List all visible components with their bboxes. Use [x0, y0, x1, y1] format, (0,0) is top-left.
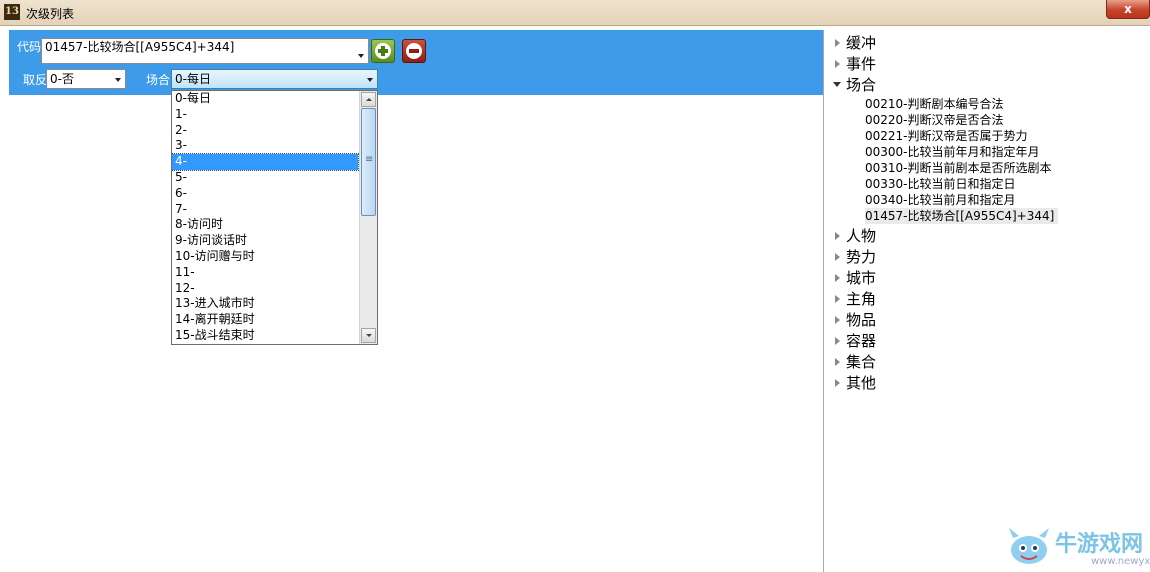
mascot-logo-icon — [1009, 528, 1049, 564]
collapsed-triangle-icon[interactable] — [835, 39, 840, 47]
tree-leaf-item[interactable]: 00210-判断剧本编号合法 — [865, 96, 1004, 112]
negate-combobox[interactable]: 0-否 — [46, 69, 126, 89]
code-combobox-value: 01457-比较场合[[A955C4]+344] — [45, 40, 235, 54]
title-bar: 13 次级列表 x — [0, 0, 1150, 26]
dropdown-option[interactable]: 1- — [172, 107, 358, 123]
plus-icon — [375, 43, 391, 59]
dropdown-option[interactable]: 6- — [172, 186, 358, 202]
window-title: 次级列表 — [26, 7, 75, 21]
dropdown-items: 0-每日 1- 2- 3- 4- 5- 6- 7- 8-访问时 9-访问谈话时 10-访问赠与时 11… — [172, 91, 377, 344]
tree-node-label: 主角 — [846, 290, 877, 308]
dropdown-option[interactable]: 8-访问时 — [172, 217, 358, 233]
tree-leaf-item[interactable]: 00221-判断汉帝是否属于势力 — [865, 128, 1028, 144]
add-button[interactable] — [371, 39, 395, 63]
watermark-text: 牛游戏网 — [1055, 532, 1144, 557]
watermark-url: www.newyx.net — [1091, 556, 1150, 567]
dropdown-option[interactable]: 10-访问赠与时 — [172, 249, 358, 265]
collapsed-triangle-icon[interactable] — [835, 274, 840, 282]
occasion-combobox[interactable]: 0-每日 — [171, 69, 378, 89]
tree-node-label: 势力 — [846, 248, 877, 266]
tree-leaf-item[interactable]: 00310-判断当前剧本是否所选剧本 — [865, 160, 1052, 176]
watermark: 牛游戏网 www.newyx.net — [1005, 524, 1150, 571]
scroll-thumb[interactable] — [361, 108, 376, 216]
scroll-up-button[interactable] — [361, 92, 376, 107]
tree-leaf-item[interactable]: 01457-比较场合[[A955C4]+344] — [865, 208, 1059, 224]
tree-leaf-item[interactable]: 00340-比较当前月和指定月 — [865, 192, 1016, 208]
dropdown-scrollbar[interactable] — [359, 91, 377, 344]
collapsed-triangle-icon[interactable] — [835, 337, 840, 345]
remove-button[interactable] — [402, 39, 426, 63]
dropdown-option[interactable]: 11- — [172, 265, 358, 281]
category-tree: 缓冲事件场合 00210-判断剧本编号合法 00220-判断汉帝是否合法 00221-… — [825, 30, 1150, 572]
chevron-down-icon[interactable] — [358, 54, 364, 58]
collapsed-triangle-icon[interactable] — [835, 232, 840, 240]
collapsed-triangle-icon[interactable] — [835, 316, 840, 324]
occasion-combobox-value: 0-每日 — [175, 72, 211, 86]
collapsed-triangle-icon[interactable] — [835, 253, 840, 261]
occasion-dropdown-list[interactable]: 0-每日 1- 2- 3- 4- 5- 6- 7- 8-访问时 9-访问谈话时 10-访问赠与时 11… — [171, 90, 378, 345]
minus-icon — [406, 43, 422, 59]
dropdown-option[interactable]: 9-访问谈话时 — [172, 233, 358, 249]
dropdown-option[interactable]: 2- — [172, 123, 358, 139]
negate-combobox-value: 0-否 — [50, 72, 74, 86]
tree-node-label: 城市 — [846, 269, 877, 287]
left-pane: 代码 01457-比较场合[[A955C4]+344] 取反 0-否 场合 0-… — [9, 30, 824, 572]
dropdown-option[interactable]: 15-战斗结束时 — [172, 328, 358, 344]
app-icon: 13 — [4, 4, 20, 20]
dropdown-option[interactable]: 3- — [172, 138, 358, 154]
code-label: 代码 — [17, 40, 42, 54]
occasion-label: 场合 — [146, 73, 171, 87]
tree-leaf-item[interactable]: 00330-比较当前日和指定日 — [865, 176, 1016, 192]
tree-node-label: 缓冲 — [846, 34, 877, 52]
tree-node-label: 人物 — [846, 227, 877, 245]
filter-toolbar: 代码 01457-比较场合[[A955C4]+344] 取反 0-否 场合 0-… — [9, 30, 823, 95]
negate-label: 取反 — [23, 73, 48, 87]
dropdown-option[interactable]: 5- — [172, 170, 358, 186]
code-combobox[interactable]: 01457-比较场合[[A955C4]+344] — [41, 38, 369, 64]
tree-node-label: 物品 — [846, 311, 877, 329]
scroll-down-button[interactable] — [361, 328, 376, 343]
chevron-down-icon[interactable] — [115, 78, 121, 82]
collapsed-triangle-icon[interactable] — [835, 60, 840, 68]
expanded-triangle-icon[interactable] — [833, 82, 841, 87]
dropdown-option[interactable]: 13-进入城市时 — [172, 296, 358, 312]
dropdown-option[interactable]: 4- — [172, 153, 359, 171]
dropdown-option[interactable]: 0-每日 — [172, 91, 358, 107]
dropdown-option[interactable]: 14-离开朝廷时 — [172, 312, 358, 328]
chevron-down-icon[interactable] — [367, 78, 373, 82]
tree-node-label: 场合 — [846, 76, 877, 94]
collapsed-triangle-icon[interactable] — [835, 295, 840, 303]
tree-leaf-item[interactable]: 00300-比较当前年月和指定年月 — [865, 144, 1040, 160]
tree-node-label: 其他 — [846, 374, 877, 392]
tree-node-label: 容器 — [846, 332, 877, 350]
tree-node-label: 事件 — [846, 55, 877, 73]
dropdown-option[interactable]: 12- — [172, 281, 358, 297]
tree-leaf-item[interactable]: 00220-判断汉帝是否合法 — [865, 112, 1004, 128]
dropdown-option[interactable]: 7- — [172, 202, 358, 218]
close-button[interactable]: x — [1106, 0, 1150, 19]
collapsed-triangle-icon[interactable] — [835, 358, 840, 366]
collapsed-triangle-icon[interactable] — [835, 379, 840, 387]
tree-node-label: 集合 — [846, 353, 877, 371]
